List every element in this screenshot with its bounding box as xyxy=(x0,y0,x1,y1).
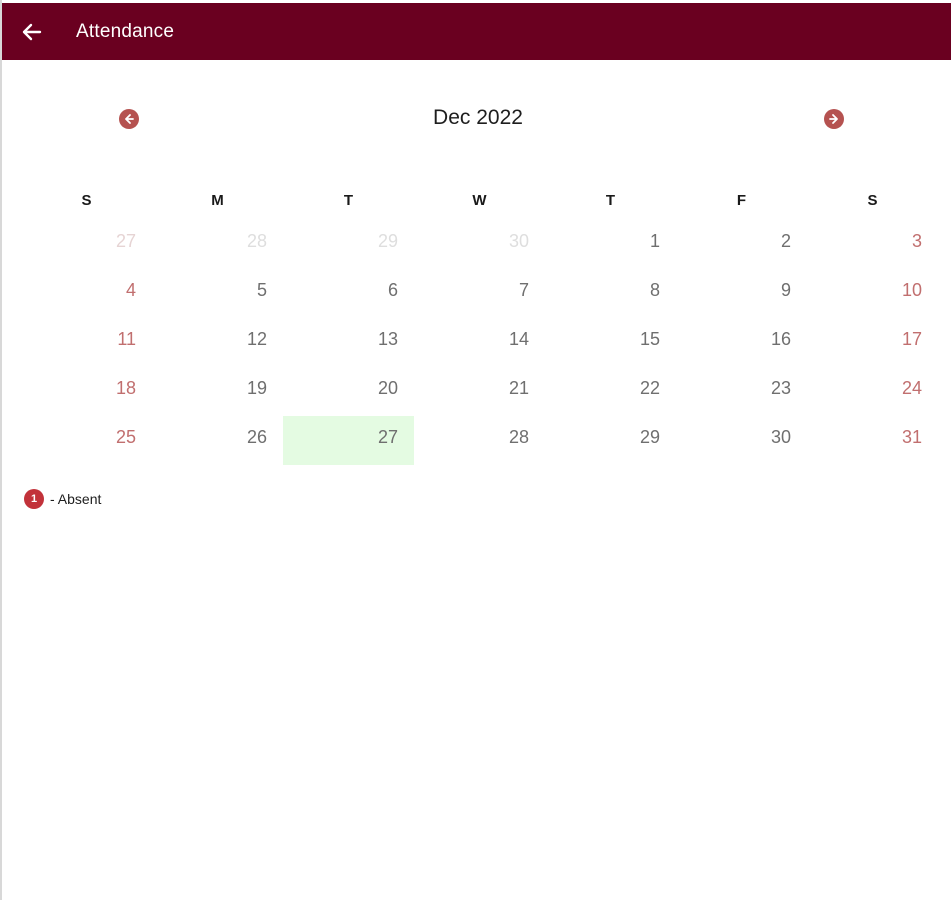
page-title: Attendance xyxy=(76,20,175,42)
calendar-day[interactable]: 25 xyxy=(21,416,152,465)
arrow-left-icon xyxy=(22,23,42,40)
calendar-day[interactable]: 29 xyxy=(283,220,414,269)
calendar-day[interactable]: 1 xyxy=(545,220,676,269)
weekday-label: W xyxy=(472,191,487,209)
back-button[interactable] xyxy=(2,3,62,60)
month-navigation: Dec 2022 xyxy=(2,100,951,140)
calendar-day[interactable]: 8 xyxy=(545,269,676,318)
calendar-day[interactable]: 30 xyxy=(414,220,545,269)
calendar-day-today[interactable]: 27 xyxy=(283,416,414,465)
weekday-label: F xyxy=(736,191,747,209)
calendar-day[interactable]: 10 xyxy=(807,269,938,318)
calendar-week: 18 19 20 21 22 23 24 xyxy=(21,367,951,416)
calendar-day[interactable]: 4 xyxy=(21,269,152,318)
calendar-weeks: 27 28 29 30 1 2 3 4 5 6 7 8 9 10 11 12 13 14 15 16 17 18 19 20 2… xyxy=(21,220,951,465)
calendar-day[interactable]: 9 xyxy=(676,269,807,318)
calendar-day[interactable]: 31 xyxy=(807,416,938,465)
calendar-day[interactable]: 19 xyxy=(152,367,283,416)
calendar-day[interactable]: 11 xyxy=(21,318,152,367)
calendar-day[interactable]: 21 xyxy=(414,367,545,416)
calendar-day[interactable]: 5 xyxy=(152,269,283,318)
month-label: Dec 2022 xyxy=(433,106,523,129)
chevron-right-circle-icon xyxy=(829,114,838,124)
calendar-day[interactable]: 20 xyxy=(283,367,414,416)
calendar-day[interactable]: 23 xyxy=(676,367,807,416)
calendar-day[interactable]: 28 xyxy=(152,220,283,269)
calendar-day[interactable]: 26 xyxy=(152,416,283,465)
calendar-day[interactable]: 7 xyxy=(414,269,545,318)
calendar-day[interactable]: 14 xyxy=(414,318,545,367)
calendar-day[interactable]: 29 xyxy=(545,416,676,465)
calendar-day[interactable]: 2 xyxy=(676,220,807,269)
calendar-day[interactable]: 13 xyxy=(283,318,414,367)
calendar-week: 27 28 29 30 1 2 3 xyxy=(21,220,951,269)
calendar-day[interactable]: 15 xyxy=(545,318,676,367)
calendar-week: 4 5 6 7 8 9 10 xyxy=(21,269,951,318)
attendance-screen: Attendance Dec 2022 S M T W T F S 27 28 29… xyxy=(0,0,951,900)
calendar-day[interactable]: 22 xyxy=(545,367,676,416)
calendar-day[interactable]: 3 xyxy=(807,220,938,269)
calendar-day[interactable]: 17 xyxy=(807,318,938,367)
calendar-day[interactable]: 28 xyxy=(414,416,545,465)
attendance-legend: 1 - Absent xyxy=(24,489,101,509)
weekday-label: T xyxy=(343,191,354,209)
app-bar: Attendance xyxy=(2,3,951,60)
calendar-day[interactable]: 6 xyxy=(283,269,414,318)
calendar-day[interactable]: 12 xyxy=(152,318,283,367)
weekday-label: T xyxy=(605,191,616,209)
legend-label: - Absent xyxy=(50,491,102,507)
calendar-grid: S M T W T F S 27 28 29 30 1 2 3 4 5 6 7 8 9 10 11 12 13 1… xyxy=(21,180,951,465)
calendar-day[interactable]: 30 xyxy=(676,416,807,465)
weekday-label: S xyxy=(867,191,878,209)
calendar-week: 11 12 13 14 15 16 17 xyxy=(21,318,951,367)
weekday-header: S M T W T F S xyxy=(21,180,951,220)
calendar-day[interactable]: 27 xyxy=(21,220,152,269)
weekday-label: M xyxy=(211,191,224,209)
calendar-day[interactable]: 16 xyxy=(676,318,807,367)
calendar-day[interactable]: 18 xyxy=(21,367,152,416)
next-month-button[interactable] xyxy=(824,109,844,129)
absent-badge: 1 xyxy=(24,489,44,509)
calendar-week: 25 26 27 28 29 30 31 xyxy=(21,416,951,465)
weekday-label: S xyxy=(81,191,92,209)
calendar-day[interactable]: 24 xyxy=(807,367,938,416)
